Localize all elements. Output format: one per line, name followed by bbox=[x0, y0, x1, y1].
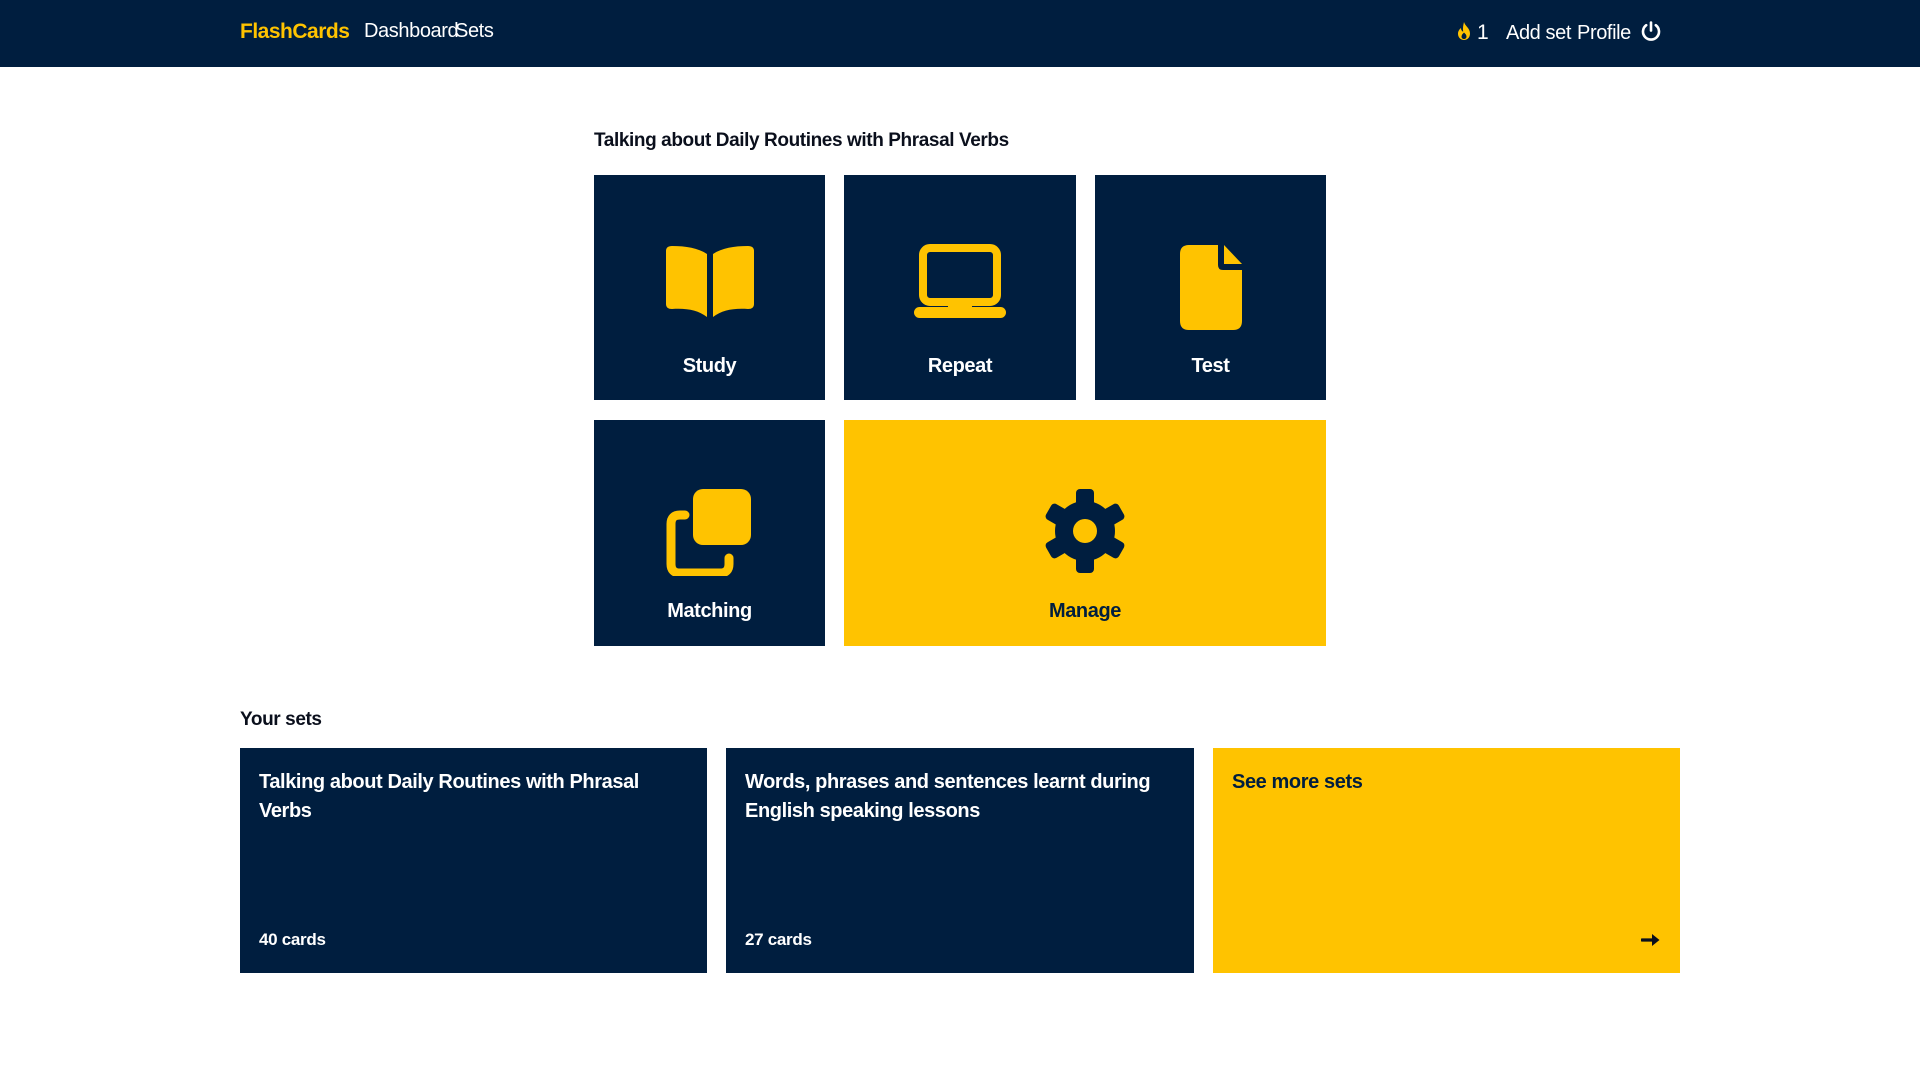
your-sets-heading: Your sets bbox=[240, 709, 322, 730]
add-set-link[interactable]: Add set bbox=[1506, 19, 1571, 47]
open-book-icon bbox=[662, 243, 758, 324]
profile-link[interactable]: Profile bbox=[1577, 19, 1631, 47]
set-card-count: 27 cards bbox=[745, 930, 812, 949]
logout-button[interactable] bbox=[1640, 19, 1662, 47]
file-icon bbox=[1178, 243, 1244, 336]
set-card-count: 40 cards bbox=[259, 930, 326, 949]
streak-count: 1 bbox=[1477, 21, 1489, 44]
repeat-label: Repeat bbox=[927, 355, 993, 377]
flame-icon bbox=[1455, 21, 1473, 46]
see-more-sets-card[interactable]: See more sets bbox=[1213, 748, 1680, 973]
see-more-sets-label: See more sets bbox=[1232, 771, 1363, 793]
study-label: Study bbox=[682, 355, 737, 377]
streak-indicator: 1 bbox=[1455, 19, 1489, 47]
current-set-title: Talking about Daily Routines with Phrasa… bbox=[594, 130, 1009, 151]
arrow-right-icon bbox=[1640, 932, 1661, 953]
test-tile[interactable]: Test bbox=[1095, 175, 1326, 400]
test-label: Test bbox=[1191, 355, 1230, 377]
set-card[interactable]: Words, phrases and sentences learnt duri… bbox=[726, 748, 1194, 973]
laptop-icon bbox=[912, 243, 1008, 324]
set-card[interactable]: Talking about Daily Routines with Phrasa… bbox=[240, 748, 707, 973]
manage-tile[interactable]: Manage bbox=[844, 420, 1326, 646]
matching-tile[interactable]: Matching bbox=[594, 420, 825, 646]
brand-logo[interactable]: FlashCards bbox=[240, 20, 350, 44]
top-navbar: FlashCards Dashboard Sets 1 Add set Prof… bbox=[0, 0, 1920, 67]
power-icon bbox=[1640, 20, 1662, 47]
set-card-title: Words, phrases and sentences learnt duri… bbox=[745, 771, 1151, 822]
set-card-title: Talking about Daily Routines with Phrasa… bbox=[259, 771, 639, 822]
nav-dashboard-link[interactable]: Dashboard bbox=[364, 20, 459, 43]
manage-label: Manage bbox=[1048, 600, 1122, 622]
nav-sets-link[interactable]: Sets bbox=[455, 20, 494, 43]
repeat-tile[interactable]: Repeat bbox=[844, 175, 1076, 400]
study-tile[interactable]: Study bbox=[594, 175, 825, 400]
clone-icon bbox=[665, 488, 755, 581]
gear-icon bbox=[1043, 488, 1127, 579]
matching-label: Matching bbox=[667, 600, 752, 622]
